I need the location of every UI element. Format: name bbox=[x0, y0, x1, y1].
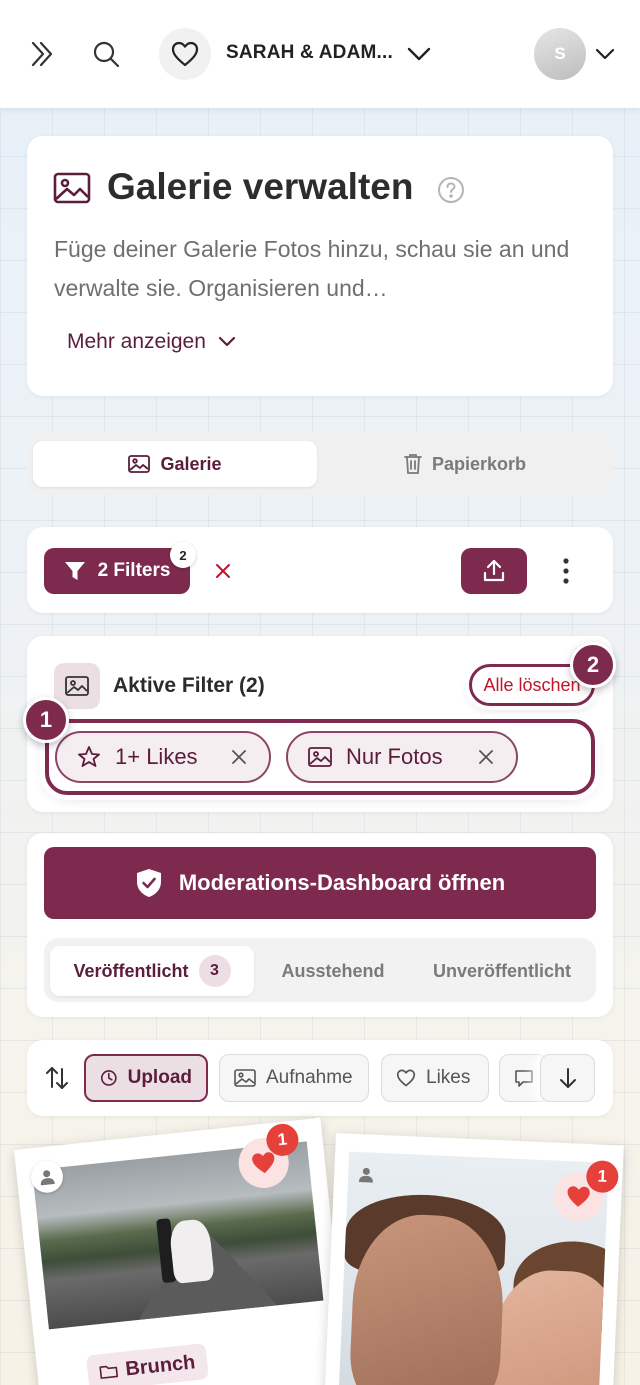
trash-icon bbox=[404, 454, 422, 474]
open-moderation-dashboard-button[interactable]: Moderations-Dashboard öffnen bbox=[44, 847, 596, 919]
tutorial-step-badge: 2 bbox=[570, 642, 616, 688]
sort-option-likes[interactable]: Likes bbox=[381, 1054, 489, 1102]
image-icon bbox=[308, 747, 332, 767]
shield-check-icon bbox=[136, 869, 161, 897]
page-title: Galerie verwalten bbox=[107, 166, 414, 207]
tab-trash[interactable]: Papierkorb bbox=[323, 441, 607, 487]
page-header-card: Galerie verwalten Füge deiner Galerie Fo… bbox=[27, 136, 613, 396]
comment-icon bbox=[515, 1070, 533, 1087]
photo-card[interactable]: 1 Brunch bbox=[14, 1117, 351, 1385]
filter-chip-photos[interactable]: Nur Fotos bbox=[286, 731, 518, 783]
tab-trash-label: Papierkorb bbox=[431, 453, 527, 474]
show-more-button[interactable]: Mehr anzeigen bbox=[67, 330, 236, 354]
tab-pending[interactable]: Ausstehend bbox=[258, 946, 408, 996]
chevron-down-icon[interactable] bbox=[402, 34, 436, 74]
sort-icon bbox=[43, 1064, 71, 1092]
filter-chip-label: Nur Fotos bbox=[346, 744, 443, 769]
photo-card[interactable]: 1 bbox=[323, 1133, 624, 1385]
image-icon bbox=[234, 1069, 256, 1087]
sort-option-label: Aufnahme bbox=[266, 1067, 353, 1088]
heart-icon bbox=[396, 1069, 416, 1087]
heart-filled-icon bbox=[567, 1186, 590, 1207]
folder-icon bbox=[99, 1365, 119, 1379]
moderation-button-label: Moderations-Dashboard öffnen bbox=[178, 870, 506, 895]
view-tabs: Galerie Papierkorb bbox=[27, 433, 613, 495]
sort-option-label: Upload bbox=[127, 1067, 192, 1088]
search-icon[interactable] bbox=[84, 32, 128, 76]
moderation-card: Moderations-Dashboard öffnen Veröffentli… bbox=[27, 833, 613, 1017]
publish-status-tabs: Veröffentlicht 3 Ausstehend Unveröffentl… bbox=[44, 938, 596, 1002]
tab-published[interactable]: Veröffentlicht 3 bbox=[50, 946, 254, 996]
avatar[interactable]: S bbox=[534, 28, 586, 80]
page-description: Füge deiner Galerie Fotos hinzu, schau s… bbox=[54, 236, 570, 301]
funnel-icon bbox=[64, 562, 85, 580]
close-icon[interactable] bbox=[476, 747, 496, 767]
sort-direction-button[interactable] bbox=[540, 1054, 595, 1102]
filter-chip-likes[interactable]: 1+ Likes bbox=[55, 731, 271, 783]
filter-chip-label: 1+ Likes bbox=[115, 744, 198, 769]
close-icon[interactable] bbox=[209, 557, 237, 585]
arrow-down-icon bbox=[559, 1068, 576, 1088]
image-icon bbox=[53, 172, 93, 208]
expand-sidebar-icon[interactable] bbox=[20, 32, 64, 76]
tutorial-step-badge: 1 bbox=[23, 697, 69, 743]
clock-icon bbox=[100, 1070, 117, 1086]
album-tag[interactable]: Brunch bbox=[85, 1343, 209, 1385]
sort-option-label: Likes bbox=[426, 1067, 471, 1088]
filter-button[interactable]: 2 Filters bbox=[44, 548, 190, 594]
event-name[interactable]: SARAH & ADAM... bbox=[226, 42, 393, 64]
tab-gallery[interactable]: Galerie bbox=[33, 441, 317, 487]
tab-unpublished[interactable]: Unveröffentlicht bbox=[414, 946, 590, 996]
active-filters-card: Aktive Filter (2) Alle löschen 1+ Likes … bbox=[27, 636, 613, 812]
tab-published-label: Veröffentlicht bbox=[73, 960, 189, 981]
published-count-badge: 3 bbox=[198, 955, 231, 987]
filter-toolbar: 2 Filters 2 bbox=[27, 527, 613, 613]
more-options-icon[interactable] bbox=[553, 551, 579, 591]
chevron-down-icon[interactable] bbox=[590, 36, 620, 72]
show-more-label: Mehr anzeigen bbox=[67, 330, 206, 353]
like-count-badge: 1 bbox=[585, 1159, 620, 1194]
filter-count-badge: 2 bbox=[170, 542, 196, 568]
sort-option-capture[interactable]: Aufnahme bbox=[219, 1054, 369, 1102]
star-icon bbox=[78, 746, 100, 767]
top-bar: SARAH & ADAM... S bbox=[0, 0, 640, 108]
chevron-down-icon bbox=[218, 336, 236, 347]
active-filter-chips: 1+ Likes Nur Fotos bbox=[45, 719, 595, 795]
active-filters-title: Aktive Filter (2) bbox=[113, 674, 265, 697]
close-icon[interactable] bbox=[229, 747, 249, 767]
image-icon bbox=[128, 455, 151, 473]
upload-icon bbox=[483, 559, 505, 582]
sort-option-upload[interactable]: Upload bbox=[84, 1054, 208, 1102]
album-tag-label: Brunch bbox=[124, 1350, 197, 1380]
sort-toolbar: Upload Aufnahme Likes bbox=[27, 1040, 613, 1116]
tab-gallery-label: Galerie bbox=[160, 453, 222, 474]
help-icon[interactable] bbox=[437, 176, 465, 204]
filter-button-label: 2 Filters bbox=[97, 560, 171, 581]
upload-button[interactable] bbox=[461, 548, 527, 594]
heart-icon[interactable] bbox=[159, 28, 211, 80]
